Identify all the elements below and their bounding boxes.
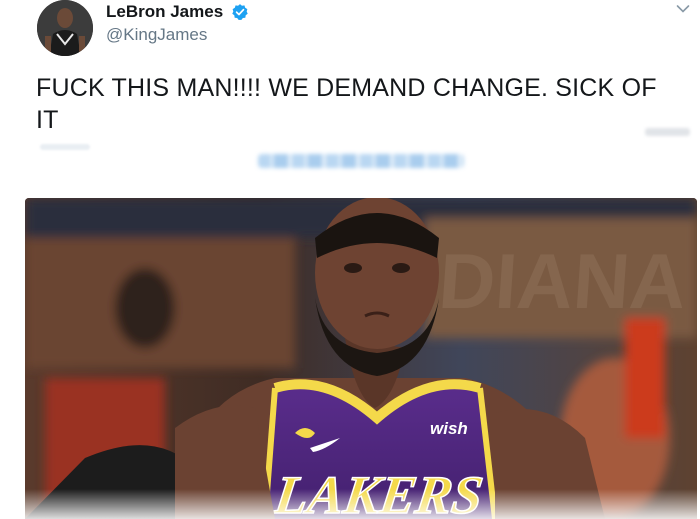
blurred-text xyxy=(40,144,90,150)
display-name[interactable]: LeBron James xyxy=(106,2,223,22)
chevron-down-icon[interactable] xyxy=(676,4,690,14)
blurred-link[interactable] xyxy=(258,154,464,168)
tweet-text: FUCK THIS MAN!!!! WE DEMAND CHANGE. SICK… xyxy=(36,74,657,134)
arena-banner-text: DIANA xyxy=(436,237,689,325)
blurred-text xyxy=(645,128,690,136)
user-handle[interactable]: @KingJames xyxy=(106,25,207,45)
verified-badge-icon xyxy=(232,4,248,20)
avatar[interactable] xyxy=(37,0,93,56)
tweet-media-image[interactable]: DIANA wish LAKERS xyxy=(25,198,697,519)
tweet-card: LeBron James @KingJames FUCK THIS MAN!!!… xyxy=(0,0,700,519)
jersey-sponsor-text: wish xyxy=(430,419,468,438)
